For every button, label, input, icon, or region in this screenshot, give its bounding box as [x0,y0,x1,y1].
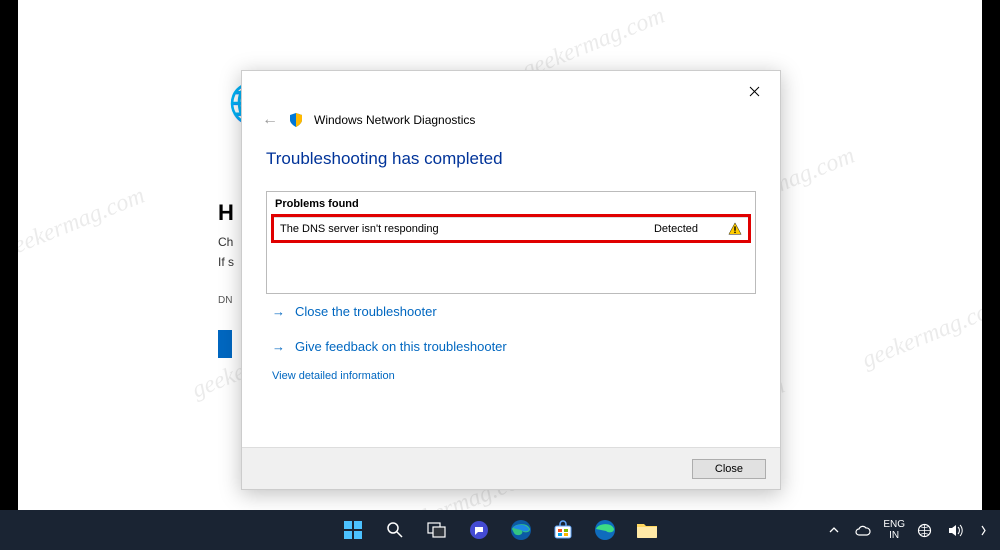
network-tray-icon[interactable] [913,519,936,542]
view-detailed-info-link[interactable]: View detailed information [266,364,756,382]
search-icon [386,521,404,539]
close-icon [749,86,760,97]
tray-more-icon[interactable] [975,521,990,540]
windows-icon [343,520,363,540]
task-view-icon [427,522,447,538]
bg-dns-fragment: DN [218,295,232,306]
taskbar-tray: ENG IN [825,510,990,550]
dialog-breadcrumb: ← Windows Network Diagnostics [242,111,780,137]
search-button[interactable] [376,511,414,549]
onedrive-tray-icon[interactable] [851,521,875,540]
globe-no-internet-icon [917,523,932,538]
dialog-footer: Close [242,447,780,489]
arrow-right-icon: → [272,339,285,354]
edge-alt-button[interactable] [586,511,624,549]
desktop-background: 🌐 H Ch If s DN geekermag.com geekermag.c… [18,0,982,510]
dialog-body: Troubleshooting has completed Problems f… [242,137,780,382]
close-troubleshooter-link[interactable]: → Close the troubleshooter [266,294,756,329]
problem-highlight: The DNS server isn't responding Detected [271,214,751,243]
task-view-button[interactable] [418,511,456,549]
language-indicator[interactable]: ENG IN [883,519,905,541]
chat-app-button[interactable] [460,511,498,549]
problem-row[interactable]: The DNS server isn't responding Detected [274,217,748,240]
volume-tray-icon[interactable] [944,520,967,541]
watermark-text: geekermag.com [858,293,1000,375]
lang-line2: IN [883,530,905,541]
give-feedback-link[interactable]: → Give feedback on this troubleshooter [266,329,756,364]
chat-icon [469,520,489,540]
close-troubleshooter-label: Close the troubleshooter [295,304,437,319]
give-feedback-label: Give feedback on this troubleshooter [295,339,507,354]
watermark-text: geekermag.com [0,183,149,265]
warning-icon [728,222,742,236]
dialog-title: Windows Network Diagnostics [314,113,475,127]
lang-line1: ENG [883,519,905,530]
troubleshooter-dialog: ← Windows Network Diagnostics Troublesho… [241,70,781,490]
edge-icon [594,519,616,541]
cloud-icon [855,525,871,536]
chevron-up-icon [829,526,839,534]
problems-found-label: Problems found [267,192,755,214]
edge-icon [510,519,532,541]
speaker-icon [948,524,963,537]
dialog-titlebar [242,71,780,111]
tray-chevron[interactable] [825,522,843,538]
store-icon [553,520,573,540]
problem-status: Detected [654,223,698,235]
bg-line1-fragment: Ch [218,235,233,249]
edge-browser-button[interactable] [502,511,540,549]
arrow-right-icon: → [272,304,285,319]
bg-blue-button-fragment[interactable] [218,330,232,358]
chevron-right-icon [979,525,986,536]
bg-line2-fragment: If s [218,255,234,269]
taskbar: ENG IN [0,510,1000,550]
taskbar-center [334,510,666,550]
troubleshoot-heading: Troubleshooting has completed [266,149,756,169]
close-button[interactable]: Close [692,459,766,479]
file-explorer-button[interactable] [628,511,666,549]
store-button[interactable] [544,511,582,549]
problems-found-box: Problems found The DNS server isn't resp… [266,191,756,294]
back-arrow-icon[interactable]: ← [262,111,278,129]
folder-icon [636,521,658,539]
window-close-button[interactable] [734,75,774,107]
problem-text: The DNS server isn't responding [280,223,654,235]
diagnostics-shield-icon [288,112,304,128]
bg-heading-fragment: H [218,200,234,226]
start-button[interactable] [334,511,372,549]
